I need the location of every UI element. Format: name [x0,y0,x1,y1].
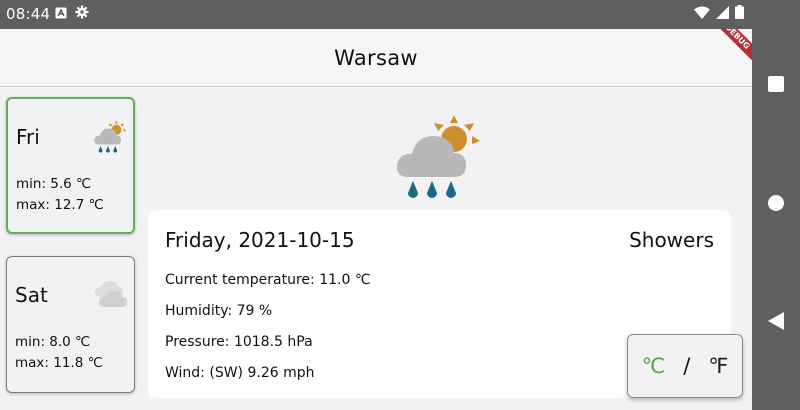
min-temp: min: 5.6 ℃ [16,176,92,192]
battery-icon [735,5,744,23]
square-icon [768,76,784,96]
showers-icon [394,111,486,199]
max-temp: max: 12.7 ℃ [16,197,104,213]
signal-icon [716,5,729,23]
cloudy-icon [91,277,129,311]
navigation-bar [752,29,800,410]
current-temperature: Current temperature: 11.0 ℃ [165,272,371,288]
back-triangle-icon [768,312,784,334]
home-button[interactable] [752,185,800,225]
wifi-icon [694,5,710,23]
wind: Wind: (SW) 9.26 mph [165,365,315,381]
day-name: Sat [15,283,48,307]
fahrenheit-button[interactable]: ℉ [708,354,728,378]
back-button[interactable] [752,303,800,343]
app-bar: Warsaw DEBUG [0,29,752,87]
status-icons-right [694,5,744,23]
day-name: Fri [16,125,40,149]
weather-app: Warsaw DEBUG Fri min: 5.6 ℃ max: 12.7 ℃ … [0,29,752,410]
detail-date: Friday, 2021-10-15 [165,228,355,252]
settings-gear-icon [75,5,89,23]
app-notification-icon [55,5,67,23]
day-card-sat[interactable]: Sat min: 8.0 ℃ max: 11.8 ℃ [6,256,135,393]
min-temp: min: 8.0 ℃ [15,334,91,350]
unit-separator: / [683,354,691,378]
unit-toggle[interactable]: ℃ / ℉ [627,334,743,398]
debug-banner: DEBUG [711,29,752,63]
recents-button[interactable] [752,66,800,106]
status-bar: 08:44 [0,0,800,29]
pressure: Pressure: 1018.5 hPa [165,334,313,350]
weather-summary: Showers [629,228,714,252]
showers-icon [92,119,130,153]
max-temp: max: 11.8 ℃ [15,355,103,371]
circle-icon [768,195,784,215]
day-card-fri[interactable]: Fri min: 5.6 ℃ max: 12.7 ℃ [6,97,135,234]
status-icons-left [55,5,89,23]
celsius-button[interactable]: ℃ [642,354,666,378]
humidity: Humidity: 79 % [165,303,273,319]
status-time: 08:44 [6,5,51,23]
page-title: Warsaw [334,45,418,70]
